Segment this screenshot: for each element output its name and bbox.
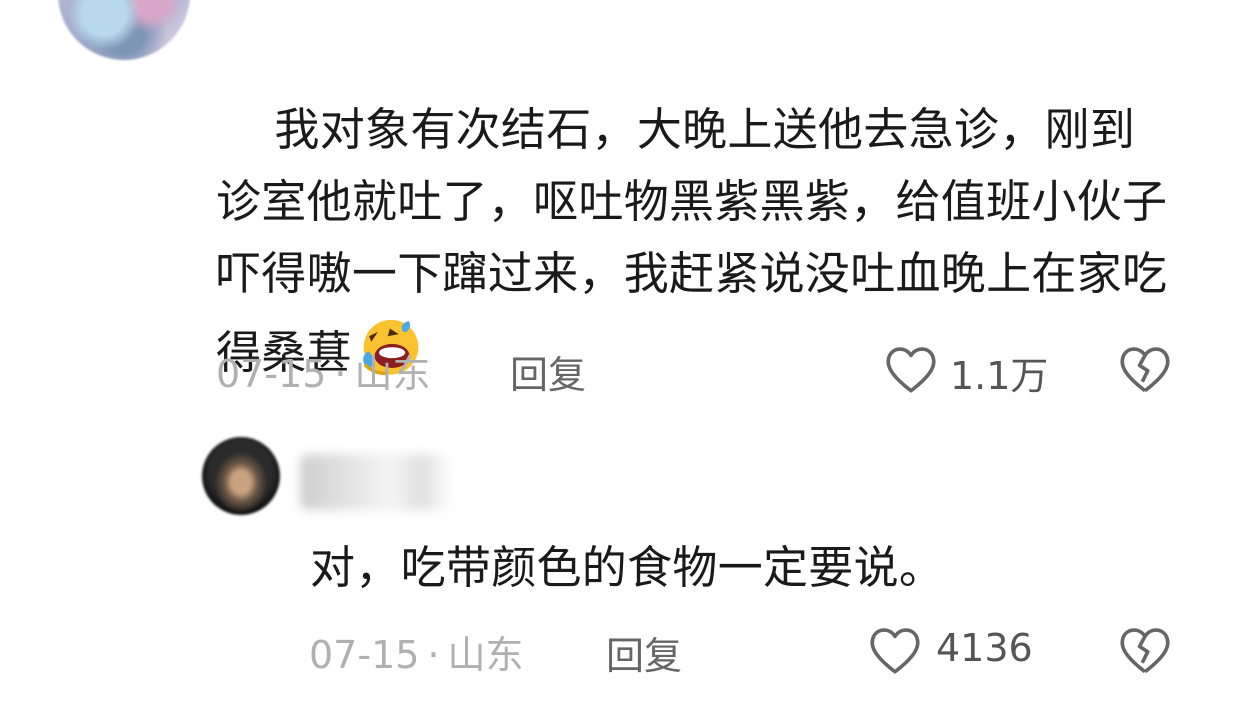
like-count: 4136 bbox=[936, 626, 1033, 670]
comment-location: 山东 bbox=[354, 352, 431, 396]
broken-heart-icon[interactable] bbox=[1116, 624, 1174, 676]
comment-date: 07-15 bbox=[216, 352, 327, 396]
username-redacted[interactable] bbox=[300, 454, 452, 510]
broken-heart-icon[interactable] bbox=[1116, 343, 1174, 395]
meta-separator: · bbox=[427, 633, 440, 677]
meta-separator: · bbox=[334, 352, 347, 396]
like-count: 1.1万 bbox=[950, 354, 1049, 398]
avatar[interactable] bbox=[58, 0, 190, 60]
comment-date: 07-15 bbox=[309, 633, 420, 677]
avatar[interactable] bbox=[202, 437, 280, 515]
comment-location: 山东 bbox=[447, 633, 524, 677]
heart-outline-icon[interactable] bbox=[882, 343, 940, 395]
reply-button[interactable]: 回复 bbox=[510, 344, 586, 399]
comment-meta: 07-15 · 山东 bbox=[309, 624, 524, 679]
reply-text: 对，吃带颜色的食物一定要说。 bbox=[310, 541, 945, 594]
reply-button[interactable]: 回复 bbox=[606, 625, 682, 680]
comment-meta: 07-15 · 山东 bbox=[216, 343, 431, 398]
heart-outline-icon[interactable] bbox=[866, 624, 924, 676]
